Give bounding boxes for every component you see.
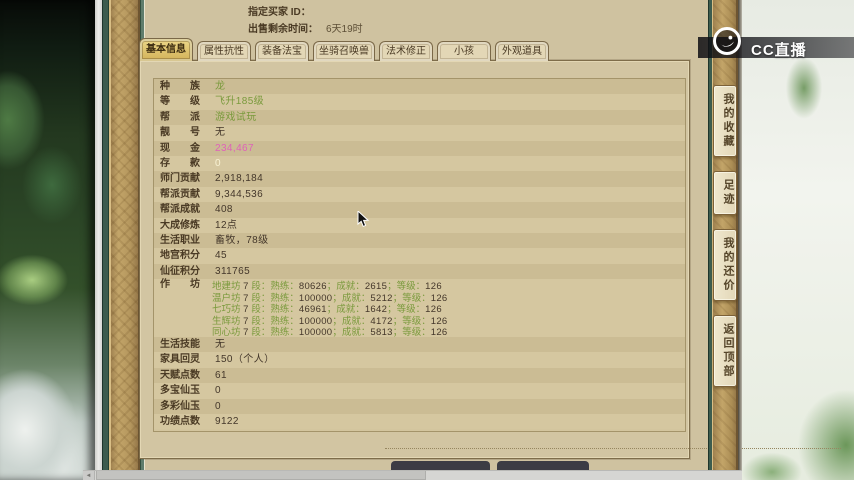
workshop-line: 温户坊 7 段：熟练：100000；成就：5212；等级：126 xyxy=(212,292,448,304)
row-label: 功绩点数 xyxy=(160,416,200,428)
tabs-row: 基本信息 属性抗性 装备法宝 坐骑召唤兽 法术修正 小孩 外观道具 xyxy=(139,38,553,61)
character-info-box: 种 族龙等 级飞升185级帮 派游戏试玩靓 号无现 金 234,467 存 款 0 师门… xyxy=(153,78,686,432)
tab-basic-info[interactable]: 基本信息 xyxy=(139,38,193,61)
info-row: 帮 派 游戏试玩 xyxy=(154,109,685,126)
row-label: 帮派成就 xyxy=(160,204,200,216)
row-value: 无 xyxy=(215,339,226,351)
info-row: 靓 号无 xyxy=(154,125,685,141)
info-row: 种 族龙 xyxy=(154,79,685,95)
row-value: 畜牧，78级 xyxy=(215,234,269,246)
row-label: 大成修炼 xyxy=(160,219,200,231)
scrollbar-left-arrow-icon[interactable]: ◄ xyxy=(83,471,95,480)
page-right-edge xyxy=(738,0,742,480)
tab-child[interactable]: 小孩 xyxy=(437,41,491,61)
tab-attributes[interactable]: 属性抗性 xyxy=(197,41,251,61)
info-row: 功绩点数 9122 xyxy=(154,414,685,430)
info-row: 大成修炼 12点 xyxy=(154,217,685,233)
row-value: 61 xyxy=(215,369,227,381)
sale-remaining-label: 出售剩余时间： xyxy=(248,24,318,35)
game-world-background xyxy=(0,0,95,480)
stream-background xyxy=(742,0,854,480)
tab-equipment[interactable]: 装备法宝 xyxy=(255,41,309,61)
row-value: 0 xyxy=(215,157,221,169)
row-label: 地宫积分 xyxy=(160,250,200,262)
info-row: 等 级 飞升185级 xyxy=(154,94,685,110)
workshops-value: 地建坊 7 段：熟练：80626；成就：2615；等级：126 温户坊 7 段：熟… xyxy=(212,279,448,339)
info-row: 地宫积分 45 xyxy=(154,248,685,264)
row-label: 天赋点数 xyxy=(160,369,200,381)
mouse-cursor-icon xyxy=(357,209,370,234)
workshop-line: 地建坊 7 段：熟练：80626；成就：2615；等级：126 xyxy=(212,281,442,293)
info-row: 帮派成就 408 xyxy=(154,202,685,218)
info-row: 多彩仙玉 0 xyxy=(154,398,685,415)
tab-mounts[interactable]: 坐骑召唤兽 xyxy=(313,41,375,61)
horizontal-scrollbar[interactable]: ◄ xyxy=(83,470,742,480)
page-frame-left xyxy=(109,0,140,480)
row-value: 9,344,536 xyxy=(215,188,264,200)
info-row: 多宝仙玉 0 xyxy=(154,383,685,399)
screen: 指定买家 ID： 出售剩余时间： 6天19时 基本信息 属性抗性 装备法宝 坐骑召唤兽… xyxy=(0,0,854,480)
row-value: 150（个人） xyxy=(215,354,275,366)
row-label: 等 级 xyxy=(160,96,200,108)
row-label: 仙征积分 xyxy=(160,265,200,277)
dotted-divider xyxy=(385,448,841,449)
left-light-strip xyxy=(95,0,102,480)
info-row: 生活职业 畜牧，78级 xyxy=(154,232,685,249)
row-value: 234,467 xyxy=(215,142,254,154)
row-value: 龙 xyxy=(215,81,226,92)
sidebar-button-back-to-top[interactable]: 返回顶部 xyxy=(713,315,737,387)
row-label: 师门贡献 xyxy=(160,173,200,185)
row-label: 帮派贡献 xyxy=(160,188,200,200)
row-value: 408 xyxy=(215,204,233,216)
sale-remaining-value: 6天19时 xyxy=(326,24,363,35)
row-value: 12点 xyxy=(215,219,238,231)
info-row: 天赋点数 61 xyxy=(154,367,685,384)
sidebar-button-my-counteroffers[interactable]: 我的还价 xyxy=(713,229,737,301)
info-row: 仙征积分 311765 xyxy=(154,263,685,280)
row-value: 45 xyxy=(215,250,227,262)
row-label: 靓 号 xyxy=(160,127,200,139)
tab-appearance[interactable]: 外观道具 xyxy=(495,41,549,61)
sidebar-button-footprints[interactable]: 足迹 xyxy=(713,171,737,215)
row-value: 0 xyxy=(215,385,221,397)
basic-info-panel: 种 族龙等 级飞升185级帮 派游戏试玩靓 号无现 金 234,467 存 款 0 师门… xyxy=(139,60,690,459)
row-label: 帮 派 xyxy=(160,111,200,123)
row-value: 9122 xyxy=(215,416,239,428)
cc-brand-text: CC直播 xyxy=(751,42,807,59)
info-row: 帮派贡献 9,344,536 xyxy=(154,186,685,203)
scrollbar-thumb[interactable] xyxy=(96,471,426,480)
workshop-line: 七巧坊 7 段：熟练：46961；成就：1642；等级：126 xyxy=(212,304,442,316)
left-teal-strip xyxy=(102,0,109,480)
row-value: 0 xyxy=(215,400,221,412)
row-label: 多彩仙玉 xyxy=(160,400,200,412)
row-label: 生活职业 xyxy=(160,234,200,246)
row-label: 作 坊 xyxy=(160,279,200,291)
info-row: 现 金 234,467 xyxy=(154,140,685,156)
row-label: 种 族 xyxy=(160,81,200,92)
info-row: 家具回灵 150（个人） xyxy=(154,352,685,368)
row-label: 生活技能 xyxy=(160,339,200,351)
info-row: 存 款 0 xyxy=(154,155,685,172)
row-value: 飞升185级 xyxy=(215,96,265,108)
info-row: 生活技能 无 xyxy=(154,337,685,353)
info-row-workshops: 作 坊地建坊 7 段：熟练：80626；成就：2615；等级：126 温户坊 7 … xyxy=(154,279,685,339)
row-value: 游戏试玩 xyxy=(215,111,257,123)
row-value: 无 xyxy=(215,127,226,139)
cbg-page: 指定买家 ID： 出售剩余时间： 6天19时 基本信息 属性抗性 装备法宝 坐骑召唤兽… xyxy=(139,0,841,480)
sidebar-button-my-favorites[interactable]: 我的收藏 xyxy=(713,85,737,157)
sidebar: 我的收藏足迹我的还价返回顶部 xyxy=(713,85,737,401)
row-value: 311765 xyxy=(215,265,251,277)
buyer-id-label: 指定买家 ID： xyxy=(248,7,311,18)
cc-logo-icon xyxy=(712,26,742,56)
workshop-line: 同心坊 7 段：熟练：100000；成就：5813；等级：126 xyxy=(212,327,448,339)
row-label: 存 款 xyxy=(160,157,200,169)
row-value: 2,918,184 xyxy=(215,173,264,185)
row-label: 多宝仙玉 xyxy=(160,385,200,397)
workshop-line: 生辉坊 7 段：熟练：100000；成就：4172；等级：126 xyxy=(212,315,448,327)
row-label: 现 金 xyxy=(160,142,200,154)
info-row: 师门贡献 2,918,184 xyxy=(154,171,685,187)
row-label: 家具回灵 xyxy=(160,354,200,366)
tab-spell-bonus[interactable]: 法术修正 xyxy=(379,41,433,61)
